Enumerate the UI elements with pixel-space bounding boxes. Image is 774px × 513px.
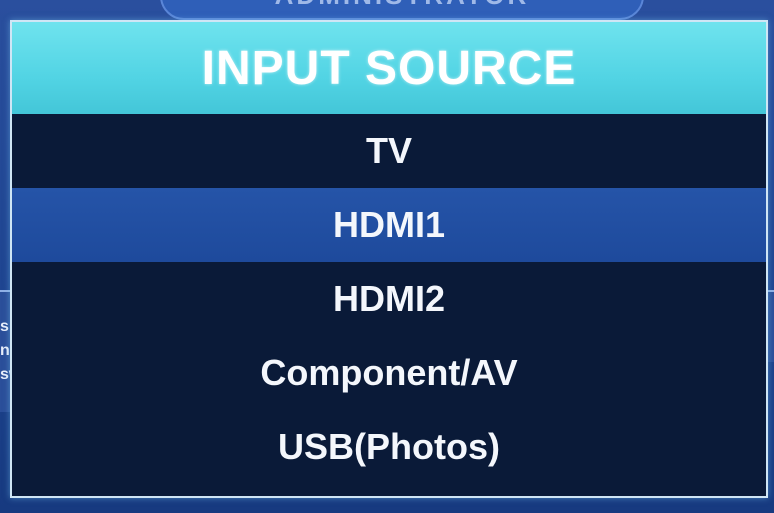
input-option-tv[interactable]: TV (12, 114, 766, 188)
input-option-hdmi1[interactable]: HDMI1 (12, 188, 766, 262)
background-window-title: ADMINISTRATOR (160, 0, 644, 20)
input-option-usb-photos[interactable]: USB(Photos) (12, 410, 766, 484)
background-text-fragment: s (0, 318, 9, 335)
menu-title: INPUT SOURCE (12, 22, 766, 114)
tv-screen: ADMINISTRATOR s na sw INPUT SOURCE TV HD… (0, 0, 774, 513)
input-source-menu: INPUT SOURCE TV HDMI1 HDMI2 Component/AV… (10, 20, 768, 498)
input-option-component-av[interactable]: Component/AV (12, 336, 766, 410)
input-option-hdmi2[interactable]: HDMI2 (12, 262, 766, 336)
input-source-list: TV HDMI1 HDMI2 Component/AV USB(Photos) (12, 114, 766, 484)
